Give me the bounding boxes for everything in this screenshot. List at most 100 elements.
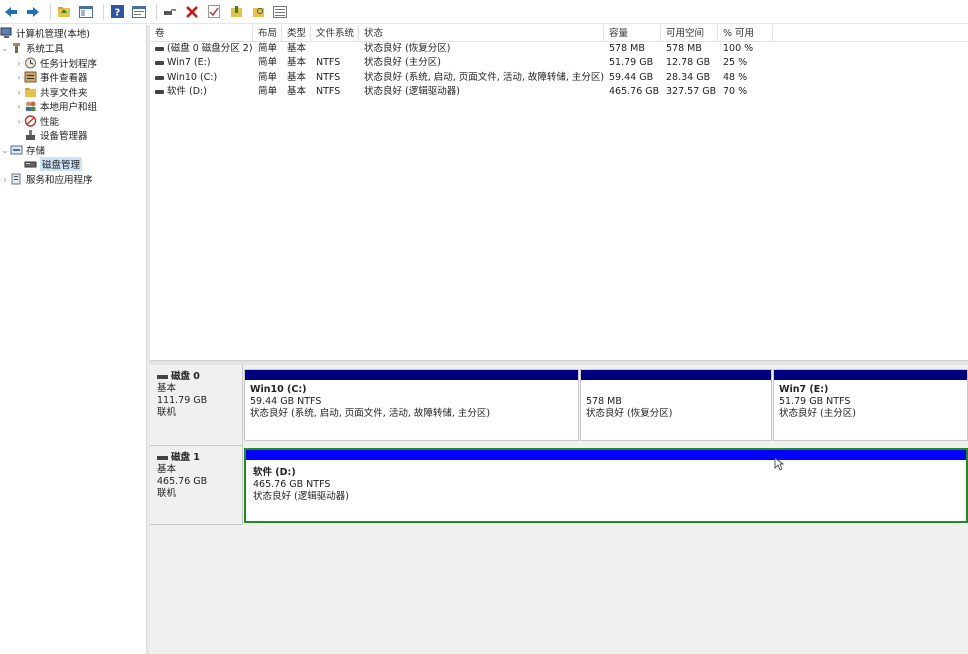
tree-item-system-tools[interactable]: ⌄ 系统工具 [0, 41, 64, 55]
column-header-percent-free[interactable]: % 可用 [718, 25, 773, 42]
cell-free-space: 578 MB [666, 43, 702, 54]
partition-software[interactable]: 软件 (D:) 465.76 GB NTFS 状态良好 (逻辑驱动器) [244, 448, 968, 523]
primary-partition-bar [774, 370, 967, 380]
cell-volume: (磁盘 0 磁盘分区 2) [150, 42, 253, 56]
cell-layout: 简单 [258, 43, 278, 54]
svg-text:?: ? [114, 8, 120, 19]
view-icon[interactable] [271, 3, 289, 21]
column-header-free-space[interactable]: 可用空间 [661, 25, 718, 42]
toolbar: ? [0, 0, 968, 24]
disk-name: 磁盘 0 [171, 371, 200, 382]
tree-item-label: 存储 [26, 146, 46, 157]
partition-status: 状态良好 (主分区) [779, 408, 856, 419]
cell-type: 基本 [287, 57, 307, 68]
performance-icon [24, 115, 37, 127]
disk-type: 基本 [157, 383, 177, 394]
mouse-cursor-icon [774, 457, 784, 471]
column-header-filesystem[interactable]: 文件系统 [311, 25, 359, 42]
forward-arrow-icon[interactable] [24, 3, 42, 21]
expand-icon[interactable]: › [14, 73, 24, 82]
back-arrow-icon[interactable] [2, 3, 20, 21]
cell-status: 状态良好 (主分区) [364, 57, 441, 68]
column-header-layout[interactable]: 布局 [253, 25, 282, 42]
connect-icon[interactable] [161, 3, 179, 21]
partition-size: 59.44 GB NTFS [250, 396, 322, 407]
expand-icon[interactable]: › [14, 117, 24, 126]
cell-free-space: 327.57 GB [666, 86, 717, 97]
up-folder-icon[interactable] [55, 3, 73, 21]
expand-icon[interactable]: › [0, 175, 10, 184]
table-row[interactable]: 软件 (D:) 简单 基本 NTFS 状态良好 (逻辑驱动器) 465.76 G… [150, 85, 968, 99]
tree-item-services-apps[interactable]: › 服务和应用程序 [0, 172, 93, 186]
cell-capacity: 51.79 GB [609, 57, 654, 68]
partition-size: 578 MB [586, 396, 622, 407]
volume-list: 卷 布局 类型 文件系统 状态 容量 可用空间 % 可用 (磁盘 0 磁盘分区 … [150, 25, 968, 360]
search-folder-icon[interactable] [249, 3, 267, 21]
table-row[interactable]: Win7 (E:) 简单 基本 NTFS 状态良好 (主分区) 51.79 GB… [150, 56, 968, 70]
console-tree-icon[interactable] [77, 3, 95, 21]
partition-win7[interactable]: Win7 (E:) 51.79 GB NTFS 状态良好 (主分区) [773, 369, 968, 441]
expand-icon[interactable]: › [14, 59, 24, 68]
disk-0-label[interactable]: 磁盘 0 基本 111.79 GB 联机 [150, 365, 243, 446]
tree-item-computer-management[interactable]: 计算机管理(本地) [0, 26, 90, 40]
partition-recovery[interactable]: 578 MB 状态良好 (恢复分区) [580, 369, 772, 441]
cell-filesystem [311, 42, 359, 56]
volume-name: Win7 (E:) [167, 57, 211, 68]
cell-filesystem: NTFS [316, 86, 341, 97]
toolbar-separator [103, 3, 104, 20]
tree-item-storage[interactable]: ⌄ 存储 [0, 143, 45, 157]
event-viewer-icon [24, 71, 37, 83]
volume-icon [155, 89, 164, 94]
column-header-capacity[interactable]: 容量 [604, 25, 661, 42]
expand-icon[interactable]: › [14, 102, 24, 111]
disk-0-name-row: 磁盘 0 [157, 371, 242, 383]
properties-icon[interactable] [130, 3, 148, 21]
clock-icon [24, 57, 37, 69]
tree-item-event-viewer[interactable]: › 事件查看器 [14, 70, 88, 84]
column-header-volume[interactable]: 卷 [150, 25, 253, 42]
partition-text: Win7 (E:) 51.79 GB NTFS 状态良好 (主分区) [779, 384, 856, 420]
disk-state: 联机 [157, 488, 177, 499]
help-icon[interactable]: ? [108, 3, 126, 21]
cell-percent-free: 70 % [723, 86, 748, 97]
cell-volume: Win7 (E:) [150, 56, 253, 70]
volume-list-header: 卷 布局 类型 文件系统 状态 容量 可用空间 % 可用 [150, 25, 968, 42]
cell-type: 基本 [287, 86, 307, 97]
tree-item-shared-folders[interactable]: › 共享文件夹 [14, 85, 87, 100]
tree-item-label: 任务计划程序 [40, 59, 98, 70]
disk-state: 联机 [157, 407, 177, 418]
tree-item-label: 性能 [40, 117, 60, 128]
expand-icon[interactable]: › [14, 88, 24, 97]
collapse-icon[interactable]: ⌄ [0, 146, 10, 155]
tree-item-device-manager[interactable]: 设备管理器 [24, 128, 88, 142]
cell-layout: 简单 [258, 86, 278, 97]
column-header-type[interactable]: 类型 [282, 25, 311, 42]
cell-free-space: 28.34 GB [666, 72, 711, 83]
disk-management-icon [24, 158, 37, 170]
cell-volume: Win10 (C:) [150, 71, 253, 85]
tools-icon [10, 42, 23, 54]
volume-name: Win10 (C:) [167, 72, 218, 83]
partition-text: 软件 (D:) 465.76 GB NTFS 状态良好 (逻辑驱动器) [253, 467, 349, 503]
partition-title: Win7 (E:) [779, 384, 829, 395]
table-row[interactable]: Win10 (C:) 简单 基本 NTFS 状态良好 (系统, 启动, 页面文件… [150, 71, 968, 85]
collapse-icon[interactable]: ⌄ [0, 44, 10, 53]
logical-drive-bar [246, 450, 966, 460]
table-row[interactable]: (磁盘 0 磁盘分区 2) 简单 基本 状态良好 (恢复分区) 578 MB 5… [150, 42, 968, 56]
disk-size: 111.79 GB [157, 395, 208, 406]
check-icon[interactable] [205, 3, 223, 21]
volume-name: 软件 (D:) [167, 86, 207, 97]
new-volume-icon[interactable] [227, 3, 245, 21]
partition-title: Win10 (C:) [250, 384, 307, 395]
tree-item-task-scheduler[interactable]: › 任务计划程序 [14, 56, 97, 70]
delete-icon[interactable] [183, 3, 201, 21]
tree-item-disk-management[interactable]: 磁盘管理 [24, 157, 83, 171]
tree-item-performance[interactable]: › 性能 [14, 114, 59, 128]
tree-item-local-users[interactable]: › 本地用户和组 [14, 99, 97, 113]
column-header-status[interactable]: 状态 [359, 25, 604, 42]
device-manager-icon [24, 129, 37, 141]
cell-free-space: 12.78 GB [666, 57, 711, 68]
disk-1-label[interactable]: 磁盘 1 基本 465.76 GB 联机 [150, 446, 243, 525]
partition-win10[interactable]: Win10 (C:) 59.44 GB NTFS 状态良好 (系统, 启动, 页… [244, 369, 579, 441]
volume-name: (磁盘 0 磁盘分区 2) [167, 43, 253, 54]
